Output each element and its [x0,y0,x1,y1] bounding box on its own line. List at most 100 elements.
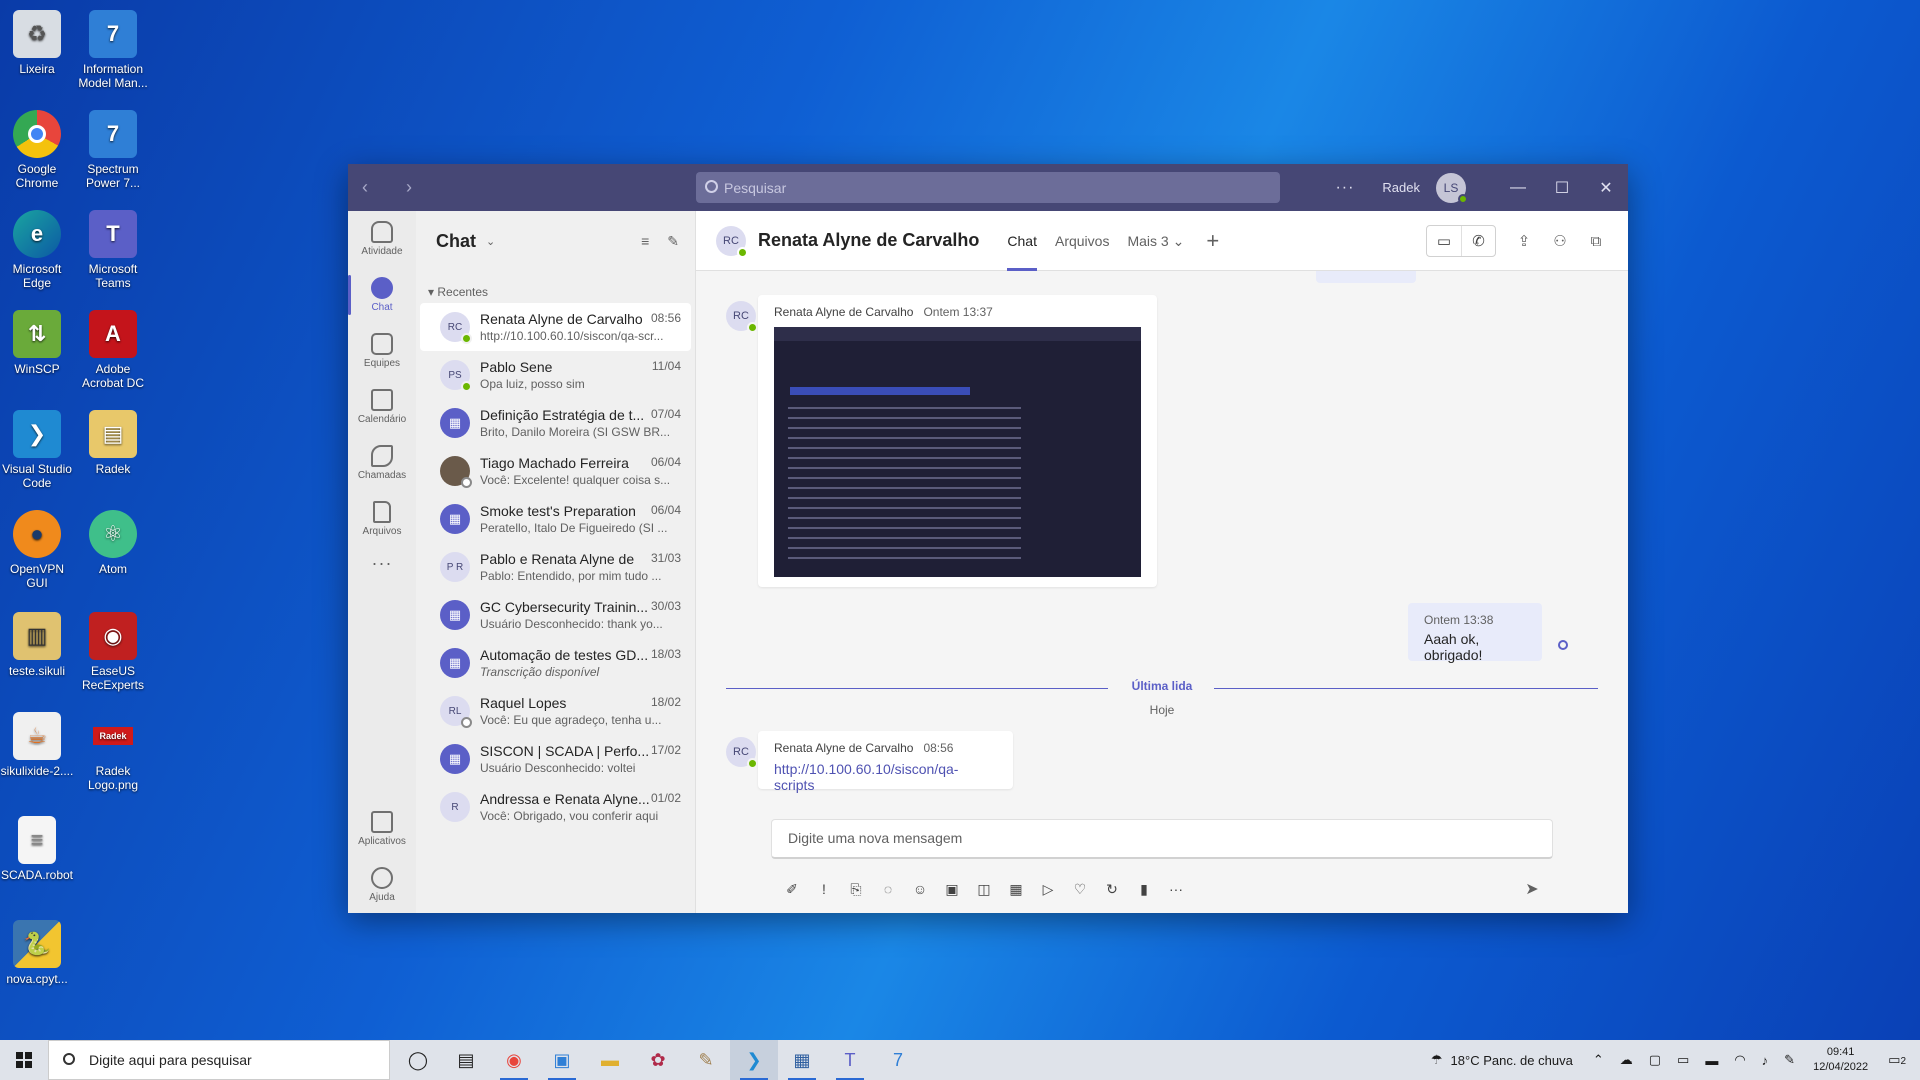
chat-list-item[interactable]: PS Pablo Sene Opa luiz, posso sim 11/04 [420,351,691,399]
app-icon[interactable]: ▮ [1128,881,1160,898]
rail-item-files[interactable]: Arquivos [348,491,416,547]
praise-icon[interactable]: ♡ [1064,881,1096,898]
spectrum-taskbar-icon[interactable]: 7 [874,1040,922,1080]
notifications-icon[interactable]: ▭2 [1888,1052,1906,1068]
rail-item-activity[interactable]: Atividade [348,211,416,267]
desktop-icon-scada-robot[interactable]: ≡ SCADA.robot [0,812,75,882]
tray-app-icon[interactable]: ▢ [1649,1052,1661,1068]
search-input[interactable]: Pesquisar [696,172,1280,203]
add-people-icon[interactable]: ⚇ [1542,232,1578,250]
message-compose-input[interactable]: Digite uma nova mensagem [771,819,1553,859]
filter-icon[interactable]: ≡ [641,233,649,250]
chat-list-item[interactable]: P R Pablo e Renata Alyne de Pablo: Entendi… [420,543,691,591]
contact-avatar[interactable]: RC [716,225,748,258]
chat-list-item[interactable]: RC Renata Alyne de Carvalho http://10.100.… [420,303,691,351]
more-options-icon[interactable]: ··· [1160,881,1192,897]
forward-arrow-icon[interactable]: › [406,177,436,198]
remote-app-icon[interactable]: ▦ [778,1040,826,1080]
stream-icon[interactable]: ▷ [1032,881,1064,898]
chat-list-item[interactable]: ▦ Definição Estratégia de t... Brito, Dani… [420,399,691,447]
app-taskbar-icon[interactable]: ▣ [538,1040,586,1080]
message-bubble-image[interactable]: Renata Alyne de Carvalho Ontem 13:37 [758,295,1157,587]
rail-item-teams[interactable]: Equipes [348,323,416,379]
new-chat-icon[interactable]: ✎ [667,233,679,250]
tab-more[interactable]: Mais 3 ⌄ [1127,211,1184,271]
weather-icon[interactable]: ☂ [1431,1052,1443,1068]
tray-display-icon[interactable]: ▭ [1677,1052,1689,1068]
chat-list-item[interactable]: R Andressa e Renata Alyne... Você: Obrigad… [420,783,691,831]
chat-list-item[interactable]: ▦ Automação de testes GD... Transcrição di… [420,639,691,687]
user-avatar[interactable]: LS [1436,172,1468,204]
loop-icon[interactable]: ◌ [872,881,904,897]
start-button[interactable] [0,1040,48,1080]
format-icon[interactable]: ✐ [776,881,808,898]
battery-icon[interactable]: ▬ [1705,1053,1718,1068]
message-bubble-link[interactable]: Renata Alyne de Carvalho 08:56 http://10.… [758,731,1013,793]
desktop-icon-nova-python[interactable]: 🐍 nova.cpyt... [0,916,75,986]
tool-app-icon[interactable]: ✎ [682,1040,730,1080]
desktop-icon-radek[interactable]: ▤ Radek [75,406,151,476]
chevron-down-icon[interactable]: ⌄ [486,235,495,248]
chat-list-item[interactable]: ▦ SISCON | SCADA | Perfo... Usuário Descon… [420,735,691,783]
chrome-taskbar-icon[interactable]: ◉ [490,1040,538,1080]
pen-icon[interactable]: ✎ [1784,1052,1795,1068]
share-screen-icon[interactable]: ⇪ [1506,232,1542,250]
desktop-icon-chrome[interactable]: Google Chrome [0,106,75,190]
desktop-icon-spectrum-power[interactable]: 7 Spectrum Power 7... [75,106,151,190]
rail-item-chat[interactable]: Chat [348,267,416,323]
desktop-icon-acrobat[interactable]: A Adobe Acrobat DC [75,306,151,390]
maximize-icon[interactable]: ☐ [1540,178,1584,198]
close-icon[interactable]: ✕ [1584,178,1628,198]
section-recent[interactable]: ▾ Recentes [428,285,695,299]
taskbar-search-input[interactable]: Digite aqui para pesquisar [48,1040,390,1080]
sticker-icon[interactable]: ◫ [968,881,1000,898]
desktop-icon-teste-sikuli[interactable]: ▥ teste.sikuli [0,608,75,678]
message-avatar[interactable]: RC [726,737,758,769]
chevron-up-icon[interactable]: ⌃ [1593,1052,1604,1068]
gif-icon[interactable]: ▣ [936,881,968,898]
task-view-icon[interactable]: ◯ [394,1040,442,1080]
network-app-icon[interactable]: ✿ [634,1040,682,1080]
desktop-icon-edge[interactable]: e Microsoft Edge [0,206,75,290]
rail-item-calendar[interactable]: Calendário [348,379,416,435]
volume-icon[interactable]: ♪ [1762,1053,1769,1068]
tab-files[interactable]: Arquivos [1055,211,1109,271]
desktop-icon-vscode[interactable]: ❯ Visual Studio Code [0,406,75,490]
weather-text[interactable]: 18°C Panc. de chuva [1451,1053,1573,1068]
desktop-icon-recycle-bin[interactable]: ♻ Lixeira [0,6,75,76]
chat-list-item[interactable]: Tiago Machado Ferreira Você: Excelente! q… [420,447,691,495]
file-explorer-icon[interactable]: ▬ [586,1040,634,1080]
rail-more-icon[interactable]: ··· [348,553,416,574]
video-call-icon[interactable]: ▭ [1427,226,1461,256]
chat-list-item[interactable]: RL Raquel Lopes Você: Eu que agradeço, ten… [420,687,691,735]
wifi-icon[interactable]: ◠ [1734,1052,1745,1068]
chat-list-item[interactable]: ▦ GC Cybersecurity Trainin... Usuário Desc… [420,591,691,639]
important-icon[interactable]: ! [808,881,840,897]
rail-item-apps[interactable]: Aplicativos [348,801,416,857]
rail-item-help[interactable]: Ajuda [348,857,416,913]
widgets-icon[interactable]: ▤ [442,1040,490,1080]
desktop-icon-radek-logo[interactable]: Radek Radek Logo.png [75,708,151,792]
desktop-icon-openvpn[interactable]: ● OpenVPN GUI [0,506,75,590]
desktop-icon-information-model[interactable]: 7 Information Model Man... [75,6,151,90]
message-link[interactable]: http://10.100.60.10/siscon/qa-scripts [774,761,997,793]
teams-taskbar-icon[interactable]: T [826,1040,874,1080]
vscode-taskbar-icon[interactable]: ❯ [730,1040,778,1080]
attach-icon[interactable]: ⎘ [840,881,872,898]
emoji-icon[interactable]: ☺ [904,881,936,897]
org-name[interactable]: Radek [1382,180,1420,195]
chat-list-item[interactable]: ▦ Smoke test's Preparation Peratello, Ital… [420,495,691,543]
send-icon[interactable]: ➤ [1516,879,1548,899]
clock[interactable]: 09:41 12/04/2022 [1813,1045,1868,1075]
desktop-icon-atom[interactable]: ⚛ Atom [75,506,151,576]
rail-item-calls[interactable]: Chamadas [348,435,416,491]
onedrive-icon[interactable]: ☁ [1620,1052,1633,1068]
attached-screenshot-image[interactable] [774,327,1141,577]
minimize-icon[interactable]: — [1496,179,1540,197]
tab-chat[interactable]: Chat [1007,211,1037,271]
schedule-meeting-icon[interactable]: ▦ [1000,881,1032,898]
desktop-icon-teams[interactable]: T Microsoft Teams [75,206,151,290]
desktop-icon-winscp[interactable]: ⇅ WinSCP [0,306,75,376]
chat-list-title[interactable]: Chat [436,231,476,252]
desktop-icon-sikulixide[interactable]: ☕ sikulixide-2.... [0,708,75,778]
